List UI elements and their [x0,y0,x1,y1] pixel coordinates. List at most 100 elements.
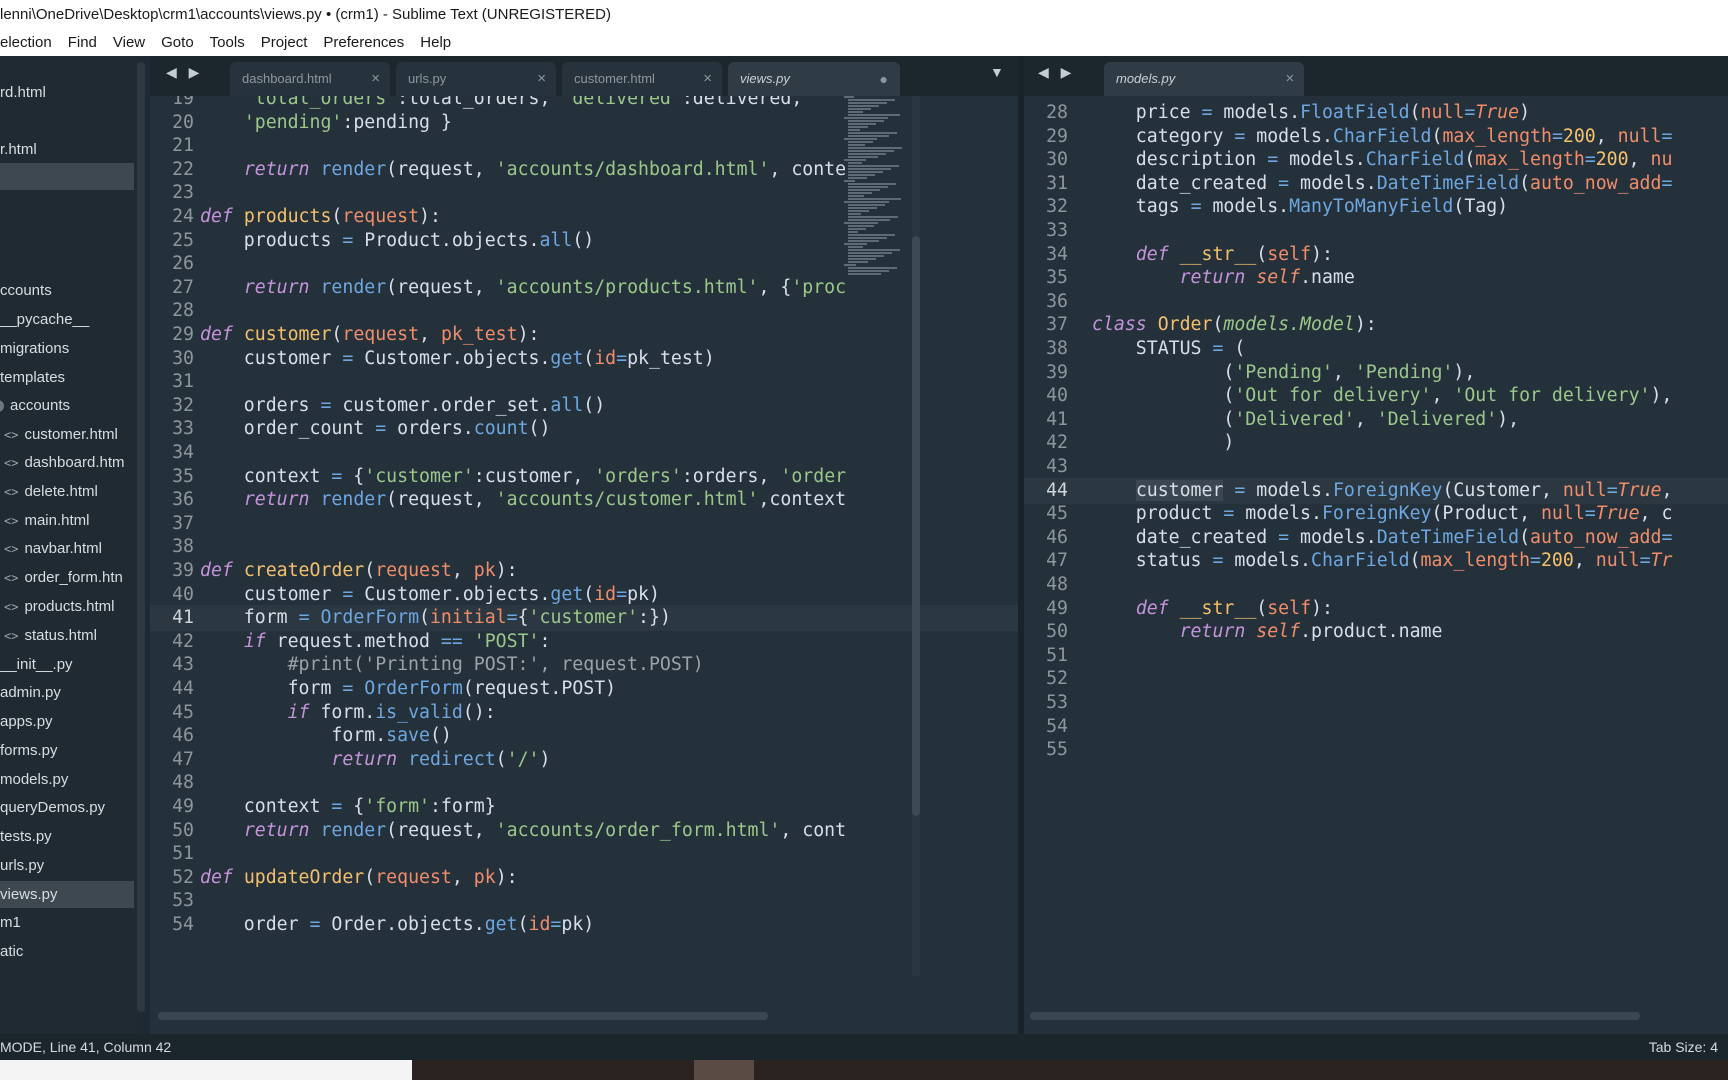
code-line[interactable]: 50 return self.product.name [1024,619,1728,645]
code-line[interactable]: 51 [150,841,1018,867]
code-line[interactable]: 41 form = OrderForm(initial={'customer':… [150,605,1018,632]
code-line[interactable]: 33 [1024,218,1728,244]
code-line[interactable]: 33 order_count = orders.count() [150,416,1018,442]
code-line[interactable]: 37 [150,511,1018,537]
code-line[interactable]: 42 ) [1024,430,1728,456]
code-line[interactable]: 37 class Order(models.Model): [1024,312,1728,338]
tab-nav-arrows-icon[interactable]: ◀ ▶ [166,64,203,81]
code-line[interactable]: 29 def customer(request, pk_test): [150,322,1018,348]
right-code-editor[interactable]: 28 price = models.FloatField(null=True) 2… [1024,96,1728,1014]
sidebar-item[interactable]: __pycache__ [0,306,134,333]
tab-dashboard-html[interactable]: dashboard.html × [230,62,390,96]
code-line[interactable]: 54 order = Order.objects.get(id=pk) [150,912,1018,938]
sidebar-item[interactable]: <> main.html [0,507,134,534]
tab-views-py[interactable]: views.py ● [728,62,900,96]
code-line[interactable]: 48 [1024,572,1728,598]
code-line[interactable]: 44 customer = models.ForeignKey(Customer… [1024,477,1728,504]
sidebar-item[interactable]: templates [0,364,134,391]
menu-item-project[interactable]: Project [253,30,316,56]
code-line[interactable]: 36 [1024,289,1728,315]
sidebar-item[interactable] [0,219,134,246]
sidebar-item[interactable]: ccounts [0,277,134,304]
menu-item-help[interactable]: Help [412,30,459,56]
taskbar-search-area[interactable] [0,1060,412,1080]
status-tab-size[interactable]: Tab Size: 4 [1649,1034,1718,1060]
unsaved-dot-icon[interactable]: ● [880,62,888,96]
code-line[interactable]: 51 [1024,643,1728,669]
sidebar-item[interactable]: <> dashboard.htm [0,449,134,476]
code-line[interactable]: 39 ('Pending', 'Pending'), [1024,360,1728,386]
sidebar-item[interactable]: atic [0,938,134,965]
code-line[interactable]: 50 return render(request, 'accounts/orde… [150,818,1018,844]
code-line[interactable]: 40 customer = Customer.objects.get(id=pk… [150,582,1018,608]
code-line[interactable]: 29 category = models.CharField(max_lengt… [1024,124,1728,150]
code-line[interactable]: 34 def __str__(self): [1024,242,1728,268]
code-line[interactable]: 47 status = models.CharField(max_length=… [1024,548,1728,574]
sidebar-item[interactable]: <> status.html [0,622,134,649]
sidebar-item[interactable]: apps.py [0,708,134,735]
right-horizontal-scrollbar[interactable] [1030,1012,1640,1020]
code-line[interactable]: 42 if request.method == 'POST': [150,629,1018,655]
tab-models-py[interactable]: models.py × [1104,62,1304,96]
code-line[interactable]: 45 product = models.ForeignKey(Product, … [1024,501,1728,527]
sidebar-item[interactable]: models.py [0,766,134,793]
code-line[interactable]: 45 if form.is_valid(): [150,700,1018,726]
code-line[interactable]: 36 return render(request, 'accounts/cust… [150,487,1018,513]
sidebar-item[interactable]: r.html [0,136,134,163]
code-line[interactable]: 46 date_created = models.DateTimeField(a… [1024,525,1728,551]
sidebar-item[interactable]: <> order_form.htn [0,564,134,591]
code-line[interactable]: 49 def __str__(self): [1024,596,1728,622]
code-line[interactable]: 49 context = {'form':form} [150,794,1018,820]
menu-item-preferences[interactable]: Preferences [315,30,412,56]
code-line[interactable]: 55 [1024,737,1728,763]
close-icon[interactable]: × [1285,62,1294,96]
code-line[interactable]: 35 context = {'customer':customer, 'orde… [150,464,1018,490]
code-line[interactable]: 48 [150,770,1018,796]
code-line[interactable]: 41 ('Delivered', 'Delivered'), [1024,407,1728,433]
code-line[interactable]: 31 date_created = models.DateTimeField(a… [1024,171,1728,197]
menu-item-find[interactable]: Find [60,30,105,56]
code-line[interactable]: 47 return redirect('/') [150,747,1018,773]
code-line[interactable]: 44 form = OrderForm(request.POST) [150,676,1018,702]
taskbar-app-icon[interactable] [694,1060,754,1080]
tab-dropdown-icon[interactable]: ▼ [990,64,1004,80]
sidebar-item[interactable]: <> products.html [0,593,134,620]
code-line[interactable]: 27 return render(request, 'accounts/prod… [150,275,1018,301]
sidebar-item[interactable]: <> customer.html [0,421,134,448]
code-line[interactable]: 31 [150,369,1018,395]
code-line[interactable]: 30 description = models.CharField(max_le… [1024,147,1728,173]
code-line[interactable]: 39 def createOrder(request, pk): [150,558,1018,584]
code-line[interactable]: 32 orders = customer.order_set.all() [150,393,1018,419]
sidebar-item[interactable] [0,246,134,273]
code-line[interactable]: 38 STATUS = ( [1024,336,1728,362]
tab-urls-py[interactable]: urls.py × [396,62,556,96]
close-icon[interactable]: × [537,62,546,96]
sidebar-item[interactable]: m1 [0,909,134,936]
sidebar-item[interactable]: admin.py [0,679,134,706]
code-line[interactable]: 43 [1024,454,1728,480]
left-vertical-scroll-thumb[interactable] [912,236,920,816]
sidebar-item[interactable]: migrations [0,335,134,362]
close-icon[interactable]: × [703,62,712,96]
code-line[interactable]: 28 [150,298,1018,324]
code-line[interactable]: 53 [150,888,1018,914]
tab-nav-arrows-icon[interactable]: ◀ ▶ [1038,64,1075,81]
close-icon[interactable]: × [371,62,380,96]
sidebar-item[interactable] [0,163,134,190]
sidebar-item[interactable]: accounts [0,392,134,419]
menu-item-election[interactable]: election [0,30,60,56]
code-line[interactable]: 30 customer = Customer.objects.get(id=pk… [150,346,1018,372]
code-line[interactable]: 34 [150,440,1018,466]
code-line[interactable]: 38 [150,534,1018,560]
tab-customer-html[interactable]: customer.html × [562,62,722,96]
code-line[interactable]: 52 [1024,666,1728,692]
code-line[interactable]: 32 tags = models.ManyToManyField(Tag) [1024,194,1728,220]
menu-item-tools[interactable]: Tools [202,30,253,56]
code-line[interactable]: 40 ('Out for delivery', 'Out for deliver… [1024,383,1728,409]
sidebar-item[interactable]: tests.py [0,823,134,850]
sidebar-item[interactable]: urls.py [0,852,134,879]
sidebar-item[interactable]: <> navbar.html [0,535,134,562]
sidebar-item[interactable]: views.py [0,881,134,908]
code-line[interactable]: 35 return self.name [1024,265,1728,291]
sidebar-item[interactable]: rd.html [0,79,134,106]
